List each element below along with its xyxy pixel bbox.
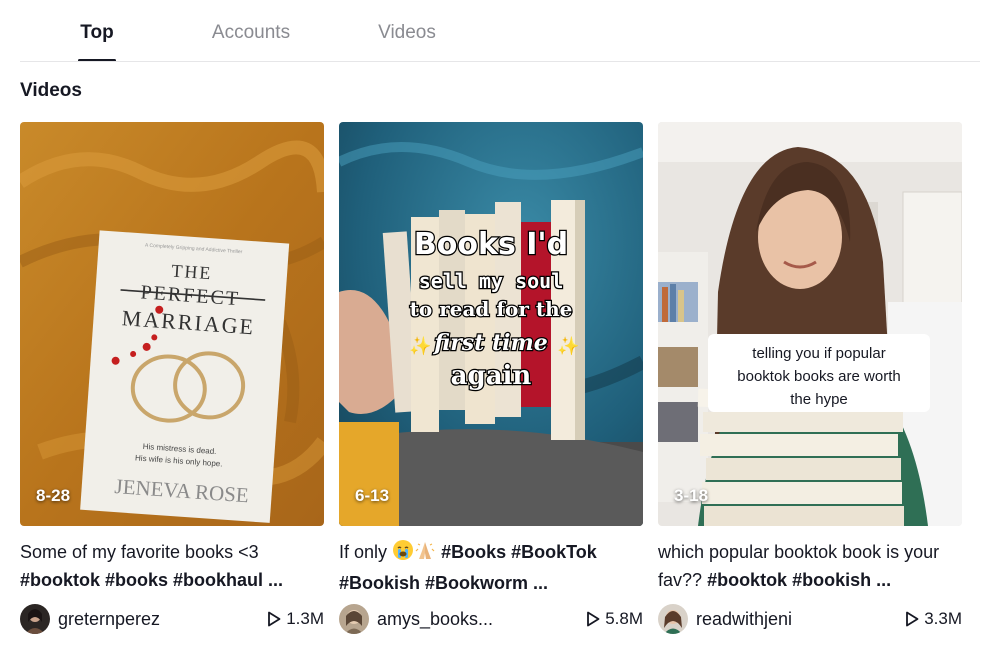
overlay-line-5: again: [451, 361, 532, 391]
view-count-value: 5.8M: [605, 609, 643, 628]
overlay-line-2: sell my soul: [419, 269, 564, 293]
video-thumbnail[interactable]: telling you if popular booktok books are…: [658, 122, 962, 526]
tabs-divider: [20, 61, 980, 62]
hashtags[interactable]: #booktok #bookish ...: [707, 570, 891, 590]
video-date: 8-28: [36, 486, 71, 505]
description-text: If only: [339, 542, 388, 562]
video-meta: amys_books... 5.8M: [339, 604, 643, 634]
video-thumbnail[interactable]: Books I'd sell my soul to read for the f…: [339, 122, 643, 526]
sparkle-icon: ✨: [409, 336, 431, 356]
username[interactable]: greternperez: [58, 609, 160, 630]
tab-accounts[interactable]: Accounts: [205, 22, 297, 62]
video-card[interactable]: Books I'd sell my soul to read for the f…: [339, 122, 643, 634]
tab-videos[interactable]: Videos: [373, 22, 441, 62]
overlay-line-3: the hype: [790, 391, 848, 408]
avatar[interactable]: [658, 604, 688, 634]
search-tabs: Top Accounts Videos: [0, 0, 1000, 62]
view-count: 1.3M: [267, 609, 324, 629]
description-text: Some of my favorite books <3: [20, 542, 259, 562]
video-thumbnail[interactable]: A Completely Gripping and Addictive Thri…: [20, 122, 324, 526]
overlay-line-1: telling you if popular: [752, 345, 885, 362]
video-description[interactable]: which popular booktok book is your fav??…: [658, 538, 962, 594]
crying-face-icon: [392, 539, 414, 569]
video-meta: greternperez 1.3M: [20, 604, 324, 634]
play-icon: [906, 611, 919, 627]
video-card[interactable]: telling you if popular booktok books are…: [658, 122, 962, 634]
overlay-line-4: first time: [432, 330, 548, 356]
play-icon: [268, 611, 281, 627]
book-title-line-1: THE: [171, 260, 213, 283]
avatar[interactable]: [20, 604, 50, 634]
video-description[interactable]: Some of my favorite books <3 #booktok #b…: [20, 538, 324, 594]
view-count-value: 3.3M: [924, 609, 962, 628]
avatar[interactable]: [339, 604, 369, 634]
username[interactable]: readwithjeni: [696, 609, 792, 630]
hashtags[interactable]: #booktok #books #bookhaul ...: [20, 570, 283, 590]
view-count: 3.3M: [905, 609, 962, 629]
play-icon: [587, 611, 600, 627]
video-date: 3-18: [674, 486, 709, 505]
section-title: Videos: [20, 80, 82, 101]
video-meta: readwithjeni 3.3M: [658, 604, 962, 634]
view-count-value: 1.3M: [286, 609, 324, 628]
folded-hands-icon: [414, 539, 436, 569]
video-description[interactable]: If only #Books #BookTok #Bookish #Bookwo…: [339, 538, 643, 594]
video-date: 6-13: [355, 486, 390, 505]
overlay-line-1: Books I'd: [414, 227, 568, 262]
video-card[interactable]: A Completely Gripping and Addictive Thri…: [20, 122, 324, 634]
tab-top[interactable]: Top: [78, 22, 116, 62]
overlay-line-2: booktok books are worth: [737, 368, 900, 385]
sparkle-icon: ✨: [557, 336, 579, 356]
overlay-line-3: to read for the: [410, 297, 573, 321]
username[interactable]: amys_books...: [377, 609, 493, 630]
view-count: 5.8M: [586, 609, 643, 629]
